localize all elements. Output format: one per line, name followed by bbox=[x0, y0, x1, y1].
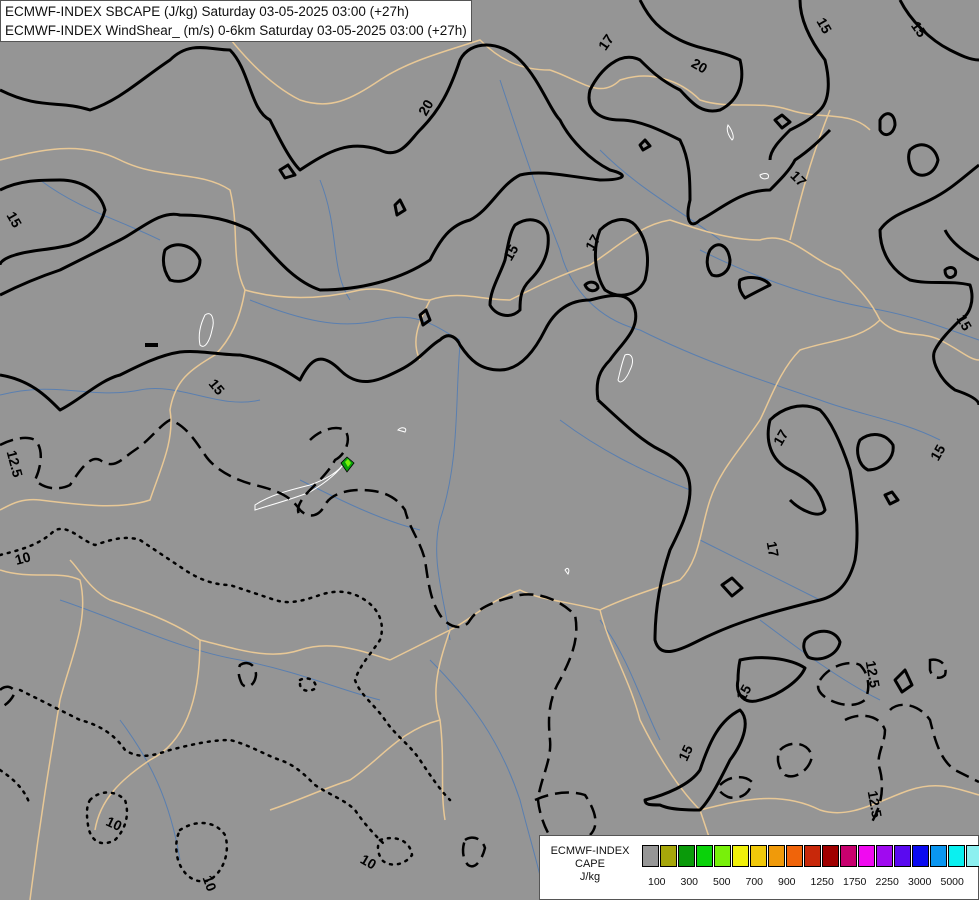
contour-label: 12.5 bbox=[4, 448, 27, 479]
legend-swatch bbox=[750, 845, 767, 867]
contour-label: 15 bbox=[500, 242, 522, 264]
contour-label: 17 bbox=[582, 232, 604, 254]
legend-swatch bbox=[678, 845, 695, 867]
legend-title-line3: J/kg bbox=[579, 871, 601, 883]
legend-title: ECMWF-INDEX CAPE J/kg bbox=[544, 845, 636, 884]
legend-swatch bbox=[894, 845, 911, 867]
windshear-solid-contours bbox=[0, 0, 979, 812]
legend-swatch bbox=[840, 845, 857, 867]
contour-label: 12.5 bbox=[863, 659, 884, 689]
contour-label: 20 bbox=[689, 55, 711, 77]
legend-tick-label: 1750 bbox=[843, 876, 867, 888]
cape-legend: ECMWF-INDEX CAPE J/kg 100 300 500 700 900 125… bbox=[539, 835, 979, 900]
legend-tick-label: 1250 bbox=[810, 876, 834, 888]
legend-tick-label: 2250 bbox=[875, 876, 899, 888]
weather-map: 20 17 15 20 15 17 15 17 15 15 17 15 17 15 12.5 10 10 10 15… bbox=[0, 0, 979, 900]
legend-swatch bbox=[966, 845, 979, 867]
legend-swatch bbox=[930, 845, 947, 867]
legend-tick-label: 500 bbox=[713, 876, 731, 888]
contour-label: 10 bbox=[358, 851, 380, 873]
contour-label: 17 bbox=[595, 31, 617, 53]
contour-label: 17 bbox=[770, 427, 792, 449]
borders bbox=[0, 0, 979, 900]
legend-swatch bbox=[876, 845, 893, 867]
windshear-dashed-contours bbox=[0, 418, 979, 868]
contour-label: 15 bbox=[4, 209, 26, 231]
contour-label: 10 bbox=[13, 548, 32, 568]
contour-label: 12.5 bbox=[865, 789, 886, 819]
legend-swatch bbox=[786, 845, 803, 867]
legend-tick-label: 900 bbox=[778, 876, 796, 888]
legend-swatch bbox=[822, 845, 839, 867]
contour-label: 15 bbox=[814, 15, 836, 37]
legend-swatch bbox=[912, 845, 929, 867]
map-title-box: ECMWF-INDEX SBCAPE (J/kg) Saturday 03-05… bbox=[0, 0, 472, 42]
cape-blob bbox=[340, 456, 355, 473]
legend-swatch bbox=[642, 845, 659, 867]
legend-tick-label: 300 bbox=[680, 876, 699, 888]
legend-tick-label: 5000 bbox=[940, 876, 964, 888]
legend-swatch bbox=[948, 845, 965, 867]
legend-swatch bbox=[696, 845, 713, 867]
legend-swatch bbox=[714, 845, 731, 867]
title-line-cape: ECMWF-INDEX SBCAPE (J/kg) Saturday 03-05… bbox=[5, 4, 410, 19]
contour-label: 15 bbox=[206, 376, 228, 398]
legend-swatch bbox=[804, 845, 821, 867]
contour-label: 17 bbox=[764, 540, 782, 558]
legend-swatch bbox=[732, 845, 749, 867]
legend-swatch bbox=[858, 845, 875, 867]
legend-title-line1: ECMWF-INDEX bbox=[550, 845, 630, 857]
legend-tick-label: 100 bbox=[648, 876, 666, 888]
legend-title-line2: CAPE bbox=[575, 858, 605, 870]
legend-tick-label: 700 bbox=[745, 876, 764, 888]
legend-swatches bbox=[642, 845, 979, 867]
legend-ticks: 100 300 500 700 900 1250 1750 2250 3000 5000 bbox=[646, 876, 976, 890]
legend-swatch bbox=[768, 845, 785, 867]
contour-label: 15 bbox=[908, 18, 930, 40]
contour-labels: 201715201517151715151715171512.510101015… bbox=[4, 15, 976, 894]
contour-label: 10 bbox=[200, 873, 220, 893]
map-canvas: 201715201517151715151715171512.510101015… bbox=[0, 0, 979, 900]
contour-label: 15 bbox=[954, 312, 976, 334]
windshear-dotted-contours bbox=[0, 527, 452, 883]
title-line-windshear: ECMWF-INDEX WindShear_ (m/s) 0-6km Satur… bbox=[5, 23, 467, 38]
contour-label: 15 bbox=[675, 742, 696, 763]
contour-label: 17 bbox=[787, 167, 809, 189]
legend-swatch bbox=[660, 845, 677, 867]
legend-tick-label: 3000 bbox=[908, 876, 932, 888]
contour-label: 15 bbox=[927, 442, 949, 464]
